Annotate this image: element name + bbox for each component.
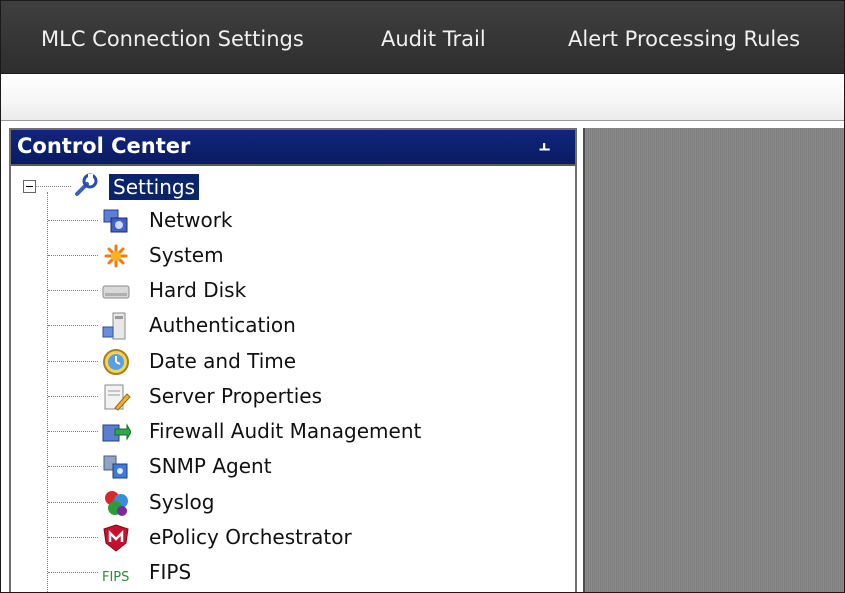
tab-mlc-connection-settings[interactable]: MLC Connection Settings: [41, 27, 304, 51]
snmp-agent-icon: [103, 455, 128, 479]
clock-icon: [103, 349, 129, 375]
tree-item-label: FIPS: [149, 560, 192, 584]
tree-item-label: System: [149, 243, 224, 267]
tree-connector: [48, 537, 98, 538]
tree-connector: [47, 192, 48, 592]
tree-connector: [48, 396, 98, 397]
server-properties-icon: [104, 384, 131, 411]
top-tab-bar: MLC Connection Settings Audit Trail Aler…: [1, 1, 844, 74]
tree-item-label: Server Properties: [149, 384, 323, 408]
application-window: MLC Connection Settings Audit Trail Aler…: [0, 0, 845, 593]
main-content-area: [583, 128, 844, 592]
tree-connector: [35, 186, 71, 187]
tab-alert-processing-rules[interactable]: Alert Processing Rules: [568, 27, 800, 51]
svg-text:FIPS: FIPS: [102, 570, 129, 585]
wrench-icon: [75, 173, 98, 196]
tree-item-label: Date and Time: [149, 349, 297, 373]
tree-connector: [48, 361, 98, 362]
panel-header: Control Center ⫠: [11, 130, 575, 166]
authentication-icon: [102, 312, 126, 340]
tree-connector: [48, 255, 98, 256]
tree-connector: [48, 220, 98, 221]
tree-node-settings[interactable]: Settings: [109, 174, 200, 200]
settings-tree: Settings Network System Hard Disk Authen…: [11, 166, 575, 592]
tree-connector: [48, 325, 98, 326]
tree-item-label: Syslog: [149, 490, 215, 514]
tree-item-label: Authentication: [149, 313, 296, 337]
firewall-audit-icon: [102, 423, 131, 442]
tree-item-label: SNMP Agent: [149, 454, 272, 478]
mcafee-shield-icon: [103, 524, 129, 552]
tree-connector: [48, 502, 98, 503]
panel-title: Control Center: [17, 134, 191, 158]
tree-item-label: ePolicy Orchestrator: [149, 525, 352, 549]
tree-connector: [48, 431, 98, 432]
tree-item-label: Firewall Audit Management: [149, 419, 422, 443]
syslog-icon: [105, 491, 128, 516]
fips-icon: FIPS: [102, 570, 129, 585]
tree-connector: [48, 466, 98, 467]
hard-disk-icon: [102, 285, 130, 299]
toolbar-strip: [1, 74, 844, 121]
system-gear-icon: [104, 244, 128, 268]
network-icon: [103, 209, 128, 233]
tree-item-label: Hard Disk: [149, 278, 247, 302]
pin-icon[interactable]: ⫠: [539, 134, 550, 155]
tree-item-label: Network: [149, 208, 233, 232]
tree-connector: [48, 572, 98, 573]
control-center-panel: Control Center ⫠ Settings Network System…: [9, 128, 577, 592]
tab-audit-trail[interactable]: Audit Trail: [381, 27, 486, 51]
tree-connector: [48, 290, 98, 291]
